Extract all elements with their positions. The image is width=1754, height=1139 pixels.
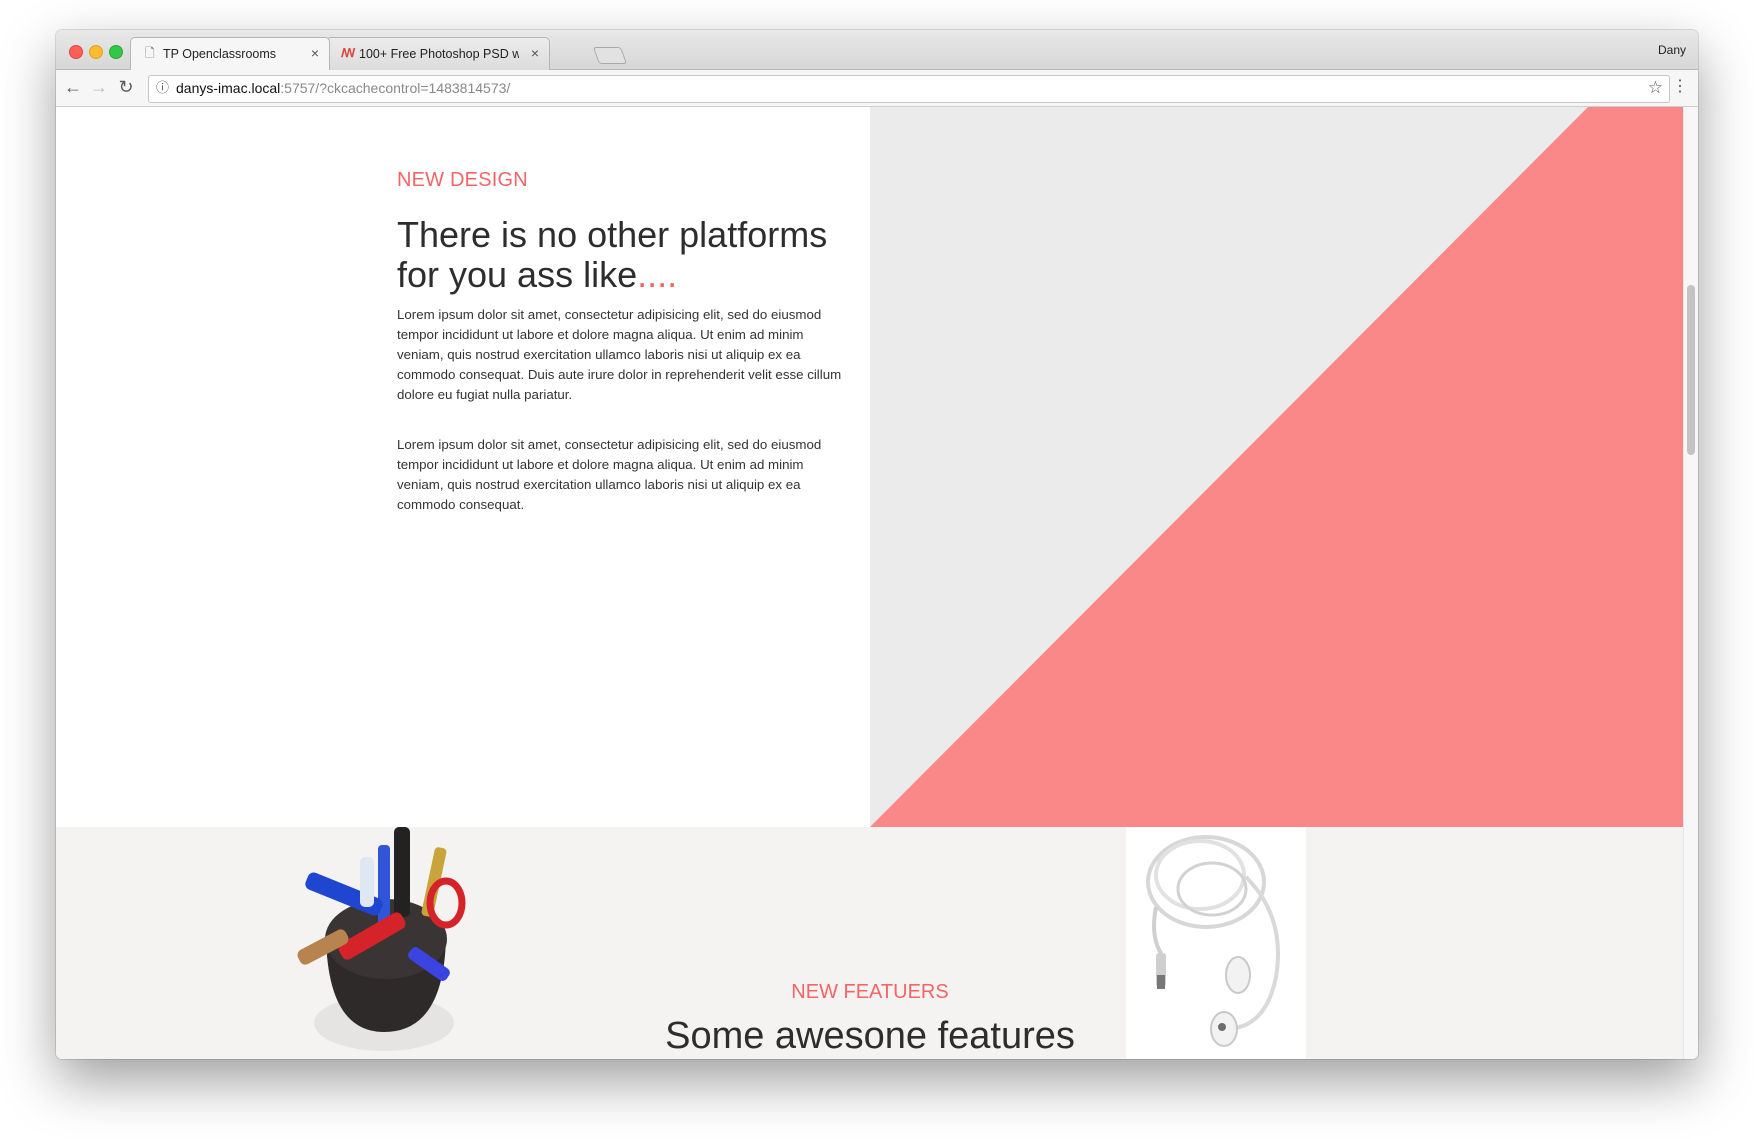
hero-text-section: NEW DESIGN There is no other platforms f… <box>56 107 870 827</box>
hero-paragraph-1: Lorem ipsum dolor sit amet, consectetur … <box>397 307 842 402</box>
site-logo-icon: ꟿ <box>341 46 356 60</box>
scrollbar-thumb[interactable] <box>1687 285 1695 455</box>
url-host: danys-imac.local <box>176 80 281 96</box>
browser-window: 🗋 TP Openclassrooms × ꟿ 100+ Free Photos… <box>56 30 1698 1059</box>
red-triangle <box>870 107 1684 827</box>
menu-dots-icon[interactable]: ⋮ <box>1672 77 1688 97</box>
reload-icon[interactable]: ↻ <box>115 76 137 98</box>
tab-title: 100+ Free Photoshop PSD we <box>359 47 519 61</box>
close-tab-icon[interactable]: × <box>531 45 539 61</box>
features-kicker: NEW FEATUERS <box>791 981 949 1003</box>
page-scrollbar[interactable] <box>1683 107 1698 1059</box>
bookmark-star-icon[interactable]: ☆ <box>1648 78 1663 98</box>
url-text: danys-imac.local:5757/?ckcachecontrol=14… <box>176 80 510 96</box>
hero-title-dots: .... <box>637 254 678 295</box>
tab-title: TP Openclassrooms <box>163 47 277 61</box>
hero-title: There is no other platforms for you ass … <box>397 215 867 295</box>
tab-tp-openclassrooms[interactable]: 🗋 TP Openclassrooms × <box>130 37 330 70</box>
browser-toolbar: ← → ↻ ⓘ danys-imac.local:5757/?ckcacheco… <box>56 70 1698 107</box>
address-bar[interactable]: ⓘ danys-imac.local:5757/?ckcachecontrol=… <box>148 75 1670 103</box>
info-icon[interactable]: ⓘ <box>156 81 170 95</box>
hero-title-text: There is no other platforms for you ass … <box>397 214 828 295</box>
profile-name[interactable]: Dany <box>1658 43 1686 57</box>
triangle-graphic <box>870 107 1684 827</box>
new-tab-button[interactable] <box>592 47 628 64</box>
close-window-icon[interactable] <box>69 45 83 59</box>
features-title: Some awesone features <box>665 1015 1075 1057</box>
hero-kicker: NEW DESIGN <box>397 169 528 191</box>
back-arrow-icon[interactable]: ← <box>62 76 84 98</box>
features-section: NEW FEATUERS Some awesone features <box>56 827 1684 1059</box>
forward-arrow-icon[interactable]: → <box>88 76 110 98</box>
close-tab-icon[interactable]: × <box>311 45 319 61</box>
minimize-window-icon[interactable] <box>89 45 103 59</box>
hero-graphic <box>870 107 1684 827</box>
url-path: :5757/?ckcachecontrol=1483814573/ <box>280 80 511 96</box>
maximize-window-icon[interactable] <box>109 45 123 59</box>
tab-photoshop-psd[interactable]: ꟿ 100+ Free Photoshop PSD we × <box>326 37 550 70</box>
tab-strip: 🗋 TP Openclassrooms × ꟿ 100+ Free Photos… <box>56 30 1698 70</box>
page-icon: 🗋 <box>145 46 155 60</box>
hero-paragraph-2: Lorem ipsum dolor sit amet, consectetur … <box>397 437 822 512</box>
page-viewport: NEW DESIGN There is no other platforms f… <box>56 107 1698 1059</box>
